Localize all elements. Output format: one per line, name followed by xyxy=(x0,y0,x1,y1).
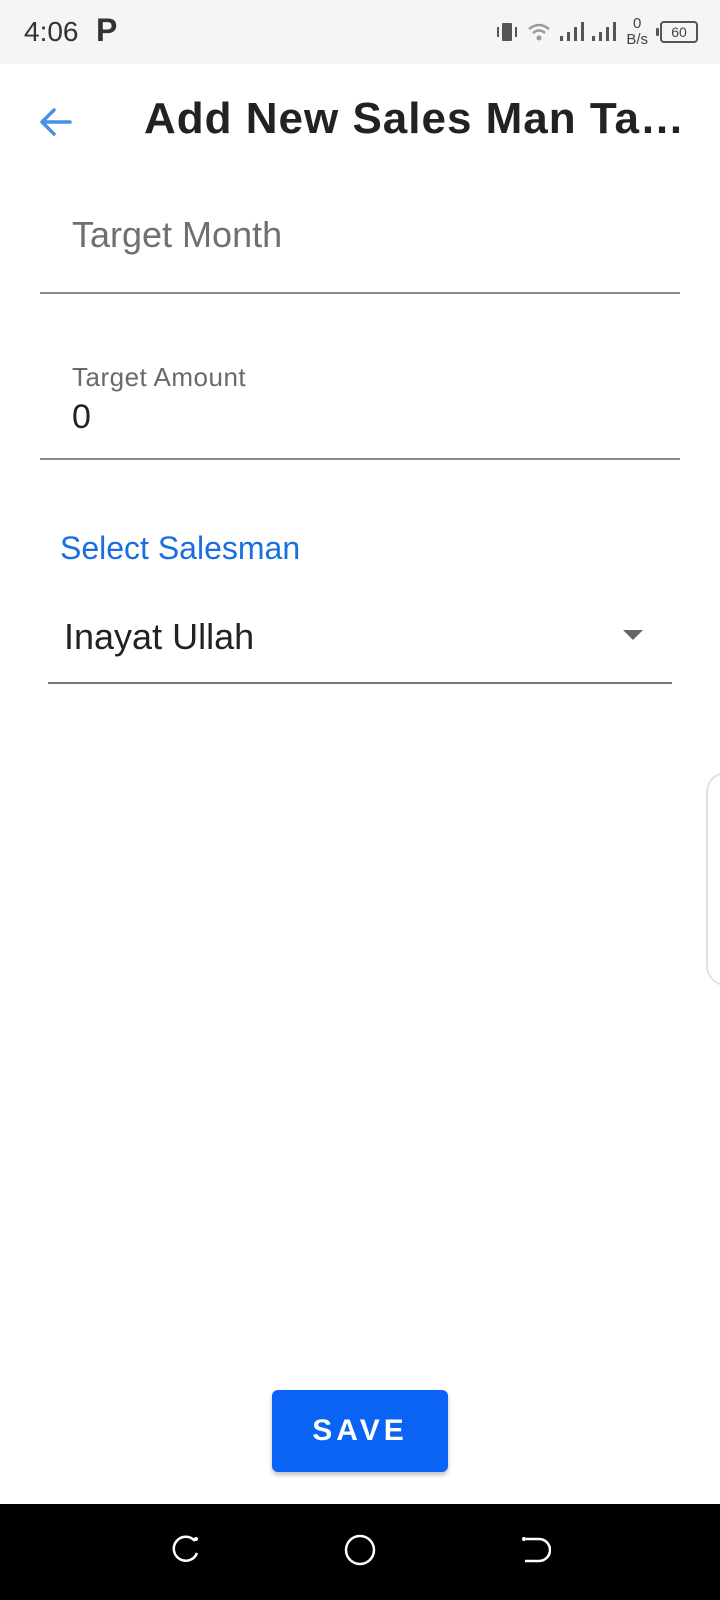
save-button[interactable]: SAVE xyxy=(272,1390,448,1472)
page-title: Add New Sales Man Target xyxy=(144,94,684,143)
recent-apps-icon xyxy=(169,1533,203,1572)
vibrate-icon xyxy=(494,19,520,45)
target-amount-field[interactable]: Target Amount 0 xyxy=(40,350,680,460)
battery-level: 60 xyxy=(671,24,687,40)
target-amount-label: Target Amount xyxy=(72,362,247,392)
salesman-dropdown[interactable]: Inayat Ullah xyxy=(48,596,672,684)
parking-notification-icon: P xyxy=(96,12,118,48)
home-circle-icon xyxy=(342,1532,378,1573)
status-icons: 0 B/s 60 xyxy=(494,14,698,50)
recent-apps-button[interactable] xyxy=(166,1532,206,1572)
network-speed: 0 B/s xyxy=(626,16,648,48)
target-month-placeholder: Target Month xyxy=(72,214,283,255)
wifi-icon xyxy=(526,19,552,45)
edge-panel-handle[interactable] xyxy=(706,772,720,986)
target-amount-value: 0 xyxy=(72,398,91,436)
salesman-selected-value: Inayat Ullah xyxy=(64,616,255,657)
home-button[interactable] xyxy=(340,1532,380,1572)
status-time: 4:06 xyxy=(24,16,79,47)
app-bar: Add New Sales Man Target xyxy=(0,64,720,180)
back-button[interactable] xyxy=(30,98,82,150)
status-bar: 4:06 P 0 B/s 60 xyxy=(0,0,720,64)
signal-icon-2 xyxy=(590,19,618,45)
select-salesman-label: Select Salesman xyxy=(60,530,301,566)
screen: 4:06 P 0 B/s 60 Add New Sales Man Target… xyxy=(0,0,720,1600)
caret-down-icon xyxy=(622,628,644,646)
net-speed-unit: B/s xyxy=(626,31,648,48)
target-month-field[interactable]: Target Month xyxy=(40,196,680,294)
battery-icon: 60 xyxy=(656,21,698,43)
signal-icon xyxy=(558,19,586,45)
arrow-left-icon xyxy=(36,102,76,147)
back-icon xyxy=(517,1533,552,1572)
net-speed-value: 0 xyxy=(632,15,642,32)
navigation-bar xyxy=(0,1504,720,1600)
nav-back-button[interactable] xyxy=(514,1532,554,1572)
